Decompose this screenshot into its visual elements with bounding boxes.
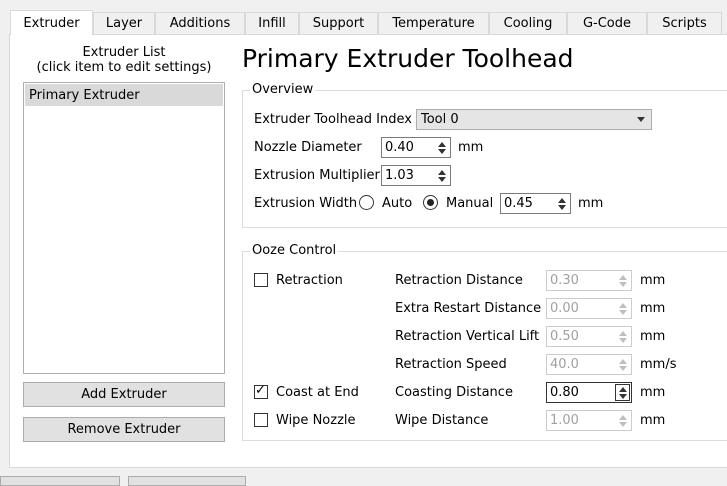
stepper-arrows-icon[interactable] <box>614 299 631 318</box>
tab-temperature[interactable]: Temperature <box>378 12 489 34</box>
stepper-value: 0.00 <box>550 301 579 316</box>
extruder-list[interactable]: Primary Extruder <box>23 82 225 374</box>
retraction-label: Retraction <box>276 273 343 288</box>
retraction-distance-stepper[interactable]: 0.30 <box>546 270 632 291</box>
nozzle-diameter-stepper[interactable]: 0.40 <box>381 137 451 158</box>
toolhead-label: Extruder Toolhead Index <box>254 112 412 127</box>
wipe-distance-unit: mm <box>640 413 666 428</box>
ooze-group-label: Ooze Control <box>250 243 339 258</box>
stepper-arrows-icon[interactable] <box>614 271 631 290</box>
stepper-value: 0.40 <box>385 140 414 155</box>
auto-label: Auto <box>382 196 413 211</box>
extra-restart-label: Extra Restart Distance <box>395 301 542 316</box>
bottom-button-left[interactable] <box>0 476 120 486</box>
coast-label: Coast at End <box>276 385 359 400</box>
toolhead-value: Tool 0 <box>421 112 459 127</box>
retraction-checkbox[interactable] <box>254 273 268 287</box>
coasting-distance-stepper[interactable]: 0.80 <box>546 382 632 403</box>
tab-gcode[interactable]: G-Code <box>567 12 647 34</box>
vertical-lift-stepper[interactable]: 0.50 <box>546 326 632 347</box>
multiplier-label: Extrusion Multiplier <box>254 168 380 183</box>
tab-label: Extruder <box>23 15 80 31</box>
manual-radio[interactable] <box>423 195 438 210</box>
tab-support[interactable]: Support <box>299 12 378 34</box>
tab-scripts[interactable]: Scripts <box>647 12 722 34</box>
width-label: Extrusion Width <box>254 196 358 211</box>
button-label: Add Extruder <box>81 387 167 402</box>
stepper-value: 1.03 <box>385 168 414 183</box>
retraction-speed-unit: mm/s <box>640 357 677 372</box>
wipe-distance-stepper[interactable]: 1.00 <box>546 410 632 431</box>
stepper-value: 0.80 <box>550 385 579 400</box>
coast-checkbox[interactable]: ✓ <box>254 383 268 399</box>
list-item-label: Primary Extruder <box>29 87 140 103</box>
multiplier-stepper[interactable]: 1.03 <box>381 165 451 186</box>
manual-label: Manual <box>446 196 494 211</box>
tab-label: Cooling <box>503 16 553 31</box>
tab-additions[interactable]: Additions <box>155 12 245 34</box>
wipe-checkbox[interactable] <box>254 413 268 427</box>
stepper-arrows-icon[interactable] <box>433 138 450 157</box>
coasting-distance-label: Coasting Distance <box>395 385 513 400</box>
tab-label: Layer <box>105 16 143 31</box>
wipe-distance-label: Wipe Distance <box>395 413 489 428</box>
stepper-value: 40.0 <box>550 357 579 372</box>
retraction-distance-label: Retraction Distance <box>395 273 523 288</box>
tab-bar: Extruder Layer Additions Infill Support … <box>0 0 727 35</box>
stepper-arrows-icon[interactable] <box>614 327 631 346</box>
vertical-lift-label: Retraction Vertical Lift <box>395 329 540 344</box>
stepper-arrows-icon[interactable] <box>614 355 631 374</box>
retraction-speed-stepper[interactable]: 40.0 <box>546 354 632 375</box>
stepper-value: 0.50 <box>550 329 579 344</box>
stepper-value: 1.00 <box>550 413 579 428</box>
retraction-speed-label: Retraction Speed <box>395 357 507 372</box>
width-unit: mm <box>578 196 604 211</box>
list-subtitle: (click item to edit settings) <box>36 60 212 75</box>
tab-label: Additions <box>169 16 231 31</box>
tab-infill[interactable]: Infill <box>245 12 299 34</box>
stepper-value: 0.30 <box>550 273 579 288</box>
wipe-label: Wipe Nozzle <box>276 413 356 428</box>
extra-restart-stepper[interactable]: 0.00 <box>546 298 632 319</box>
nozzle-label: Nozzle Diameter <box>254 140 362 155</box>
button-label: Remove Extruder <box>67 422 181 437</box>
auto-radio[interactable] <box>359 195 374 210</box>
tab-label: G-Code <box>582 16 632 31</box>
checkmark-icon: ✓ <box>255 383 266 398</box>
stepper-arrows-icon[interactable] <box>615 384 630 401</box>
retraction-distance-unit: mm <box>640 273 666 288</box>
list-title: Extruder List <box>82 45 166 60</box>
tab-label: Support <box>312 16 365 31</box>
tab-label: Infill <box>258 16 286 31</box>
remove-extruder-button[interactable]: Remove Extruder <box>23 417 225 442</box>
add-extruder-button[interactable]: Add Extruder <box>23 382 225 407</box>
stepper-arrows-icon[interactable] <box>433 166 450 185</box>
coasting-distance-unit: mm <box>640 385 666 400</box>
extra-restart-unit: mm <box>640 301 666 316</box>
stepper-value: 0.45 <box>504 196 533 211</box>
tab-cooling[interactable]: Cooling <box>489 12 567 34</box>
tab-extruder[interactable]: Extruder <box>10 10 93 35</box>
stepper-arrows-icon[interactable] <box>614 411 631 430</box>
chevron-down-icon <box>637 117 645 122</box>
width-stepper[interactable]: 0.45 <box>500 193 571 214</box>
nozzle-unit: mm <box>458 140 484 155</box>
page-title: Primary Extruder Toolhead <box>242 44 574 73</box>
vertical-lift-unit: mm <box>640 329 666 344</box>
bottom-button-right[interactable] <box>128 476 246 486</box>
tab-layer[interactable]: Layer <box>93 12 155 34</box>
stepper-arrows-icon[interactable] <box>553 194 570 213</box>
list-item[interactable]: Primary Extruder <box>25 84 223 106</box>
toolhead-select[interactable]: Tool 0 <box>416 109 652 130</box>
overview-group-label: Overview <box>250 82 316 97</box>
tab-label: Scripts <box>662 16 707 31</box>
tab-label: Temperature <box>392 16 475 31</box>
